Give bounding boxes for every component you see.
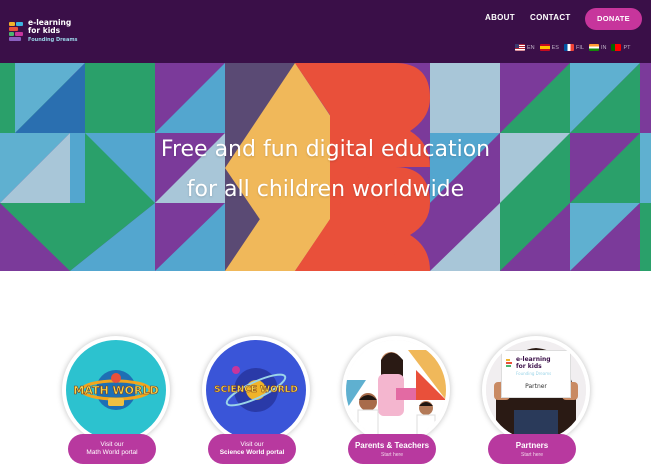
science-world-art: SCIENCE WORLD: [202, 336, 310, 444]
sign-wordmark: e-learning for kids: [516, 356, 551, 370]
hero-line-2: for all children worldwide: [186, 177, 465, 202]
logo-mark-icon: [9, 22, 25, 41]
pill-line-2: Math World portal: [86, 449, 138, 456]
lang-es[interactable]: ES: [539, 44, 559, 51]
hero-headline: Free and fun digital education for all c…: [0, 130, 651, 210]
science-world-button[interactable]: Visit our Science World portal: [208, 434, 296, 464]
hero-line-1: Free and fun digital education: [160, 137, 491, 162]
spain-flag-icon: [539, 44, 550, 51]
science-world-wordmark: SCIENCE WORLD: [214, 385, 298, 396]
card-partners[interactable]: e-learning for kids Founding Dreams Part…: [478, 336, 593, 466]
nav-about[interactable]: ABOUT: [485, 13, 515, 22]
teacher-students-image: [346, 340, 446, 440]
pill-line-2: Start here: [381, 452, 403, 458]
math-world-wordmark: MATH WORLD: [73, 384, 159, 398]
france-flag-icon: [563, 44, 574, 51]
us-flag-icon: [515, 44, 525, 51]
logo-line-2: for kids: [28, 26, 61, 35]
partners-photo: e-learning for kids Founding Dreams Part…: [482, 336, 590, 444]
pill-line-1: Visit our: [240, 441, 264, 448]
logo-tagline: Founding Dreams: [28, 37, 78, 43]
logo-wordmark: e-learning for kids: [28, 19, 71, 35]
card-science-world[interactable]: SCIENCE WORLD Visit our Science World po…: [198, 336, 313, 466]
sign-partner-label: Partner: [525, 383, 547, 390]
pill-line-2: Science World portal: [219, 449, 285, 456]
lang-code: IN: [600, 44, 607, 51]
lang-in[interactable]: IN: [588, 44, 607, 51]
site-header: e-learning for kids Founding Dreams ABOU…: [0, 0, 651, 63]
pill-line-2: Start here: [521, 452, 543, 458]
partners-button[interactable]: Partners Start here: [488, 434, 576, 464]
lang-code: EN: [527, 44, 535, 51]
card-parents-teachers[interactable]: Parents & Teachers Start here: [338, 336, 453, 466]
donate-button[interactable]: DONATE: [585, 8, 642, 30]
card-math-world[interactable]: MATH WORLD Visit our Math World portal: [58, 336, 173, 466]
sign-tagline: Founding Dreams: [516, 371, 552, 376]
math-world-art: MATH WORLD: [62, 336, 170, 444]
lang-code: FIL: [575, 44, 584, 51]
parents-teachers-button[interactable]: Parents & Teachers Start here: [348, 434, 436, 464]
partner-sign: e-learning for kids Founding Dreams Part…: [501, 350, 571, 398]
pill-line-1: Parents & Teachers: [354, 441, 430, 450]
pill-line-1: Partners: [515, 441, 549, 450]
india-flag-icon: [588, 44, 599, 51]
hero-banner: Free and fun digital education for all c…: [0, 63, 651, 271]
sign-logo-mark-icon: [506, 359, 514, 369]
sign-line-1: e-learning: [516, 356, 551, 363]
lang-pt[interactable]: PT: [611, 44, 630, 51]
lang-code: ES: [551, 44, 559, 51]
parents-teachers-photo: [342, 336, 450, 444]
math-world-button[interactable]: Visit our Math World portal: [68, 434, 156, 464]
site-logo[interactable]: e-learning for kids Founding Dreams: [9, 18, 79, 48]
portugal-flag-icon: [611, 44, 622, 51]
pill-line-1: Visit our: [100, 441, 124, 448]
nav-contact[interactable]: CONTACT: [530, 13, 571, 22]
sign-line-2: for kids: [516, 363, 542, 370]
language-switcher: EN ES FIL IN PT: [515, 44, 630, 51]
lang-code: PT: [623, 44, 631, 51]
lang-fil[interactable]: FIL: [563, 44, 584, 51]
lang-en[interactable]: EN: [515, 44, 535, 51]
